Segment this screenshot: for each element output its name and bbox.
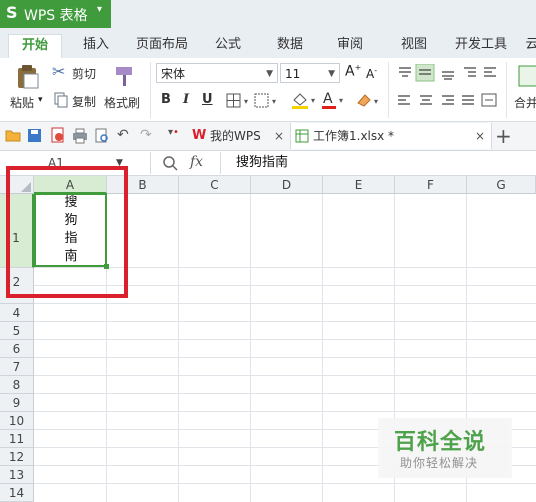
column-header-g[interactable]: G: [467, 176, 536, 194]
svg-text:A: A: [323, 91, 333, 107]
row-header-8[interactable]: 8: [0, 376, 34, 394]
horizontal-align-group[interactable]: [394, 93, 504, 109]
underline-icon[interactable]: U: [202, 92, 213, 107]
gridline: [34, 375, 536, 376]
print-preview-icon[interactable]: [94, 128, 110, 144]
tab-home[interactable]: 开始: [8, 34, 62, 59]
paste-button[interactable]: 粘贴 ▾: [10, 62, 46, 114]
app-menu-button[interactable]: S WPS 表格 ▾: [0, 0, 111, 28]
divider: [506, 62, 507, 118]
tab-cloud[interactable]: 云: [522, 34, 536, 58]
font-color-icon[interactable]: A ▾: [320, 90, 348, 110]
highlight-annotation-box: [6, 166, 128, 298]
row-header-6[interactable]: 6: [0, 340, 34, 358]
tab-formulas[interactable]: 公式: [208, 34, 248, 58]
chevron-down-icon: ▾: [97, 4, 103, 15]
gridline: [34, 393, 536, 394]
row-header-14[interactable]: 14: [0, 484, 34, 502]
gridline: [34, 357, 536, 358]
row-header-7[interactable]: 7: [0, 358, 34, 376]
row-header-10[interactable]: 10: [0, 412, 34, 430]
gridline: [34, 483, 536, 484]
gridline: [34, 411, 536, 412]
formula-input[interactable]: 搜狗指南: [236, 153, 526, 173]
borders-icon[interactable]: ▾: [226, 93, 252, 109]
svg-text:▾: ▾: [244, 97, 248, 106]
print-icon[interactable]: [72, 128, 88, 144]
tab-page-layout[interactable]: 页面布局: [132, 34, 192, 58]
divider: [150, 152, 151, 174]
spreadsheet-icon: [295, 129, 309, 143]
zoom-icon[interactable]: [162, 155, 178, 171]
gridline: [34, 321, 536, 322]
gridline: [322, 194, 323, 502]
divider: [220, 152, 221, 174]
font-name-select[interactable]: 宋体 ▼: [156, 63, 278, 83]
copy-icon: [54, 92, 68, 108]
cell-style-icon[interactable]: ▾: [254, 93, 280, 109]
row-header-4[interactable]: 4: [0, 304, 34, 322]
row-header-11[interactable]: 11: [0, 430, 34, 448]
copy-button[interactable]: 复制: [52, 92, 100, 110]
row-header-13[interactable]: 13: [0, 466, 34, 484]
svg-text:▾: ▾: [339, 96, 343, 105]
fill-color-icon[interactable]: ▾: [290, 90, 320, 110]
decrease-font-size-icon[interactable]: A-: [366, 66, 377, 81]
clear-format-icon[interactable]: ▾: [355, 91, 383, 109]
cut-button[interactable]: ✂ 剪切: [52, 62, 100, 82]
font-size-select[interactable]: 11 ▼: [280, 63, 340, 83]
tab-review[interactable]: 审阅: [330, 34, 370, 58]
column-header-f[interactable]: F: [395, 176, 467, 194]
row-header-12[interactable]: 12: [0, 448, 34, 466]
gridline: [250, 194, 251, 502]
merge-cells-button[interactable]: 合并: [510, 62, 536, 114]
column-header-d[interactable]: D: [251, 176, 323, 194]
italic-icon[interactable]: I: [183, 92, 189, 107]
chevron-down-icon: ▼: [328, 69, 335, 79]
tab-view[interactable]: 视图: [394, 34, 434, 58]
save-icon[interactable]: [27, 128, 43, 144]
close-icon[interactable]: ×: [475, 123, 485, 149]
tab-my-wps[interactable]: W 我的WPS ×: [188, 123, 288, 149]
clipboard-icon: [18, 65, 39, 89]
tab-data[interactable]: 数据: [270, 34, 310, 58]
vertical-align-group[interactable]: [394, 64, 504, 82]
merge-icon: [518, 65, 536, 87]
column-header-e[interactable]: E: [323, 176, 395, 194]
redo-icon[interactable]: ↷: [140, 127, 152, 143]
divider: [388, 62, 389, 118]
chevron-down-icon: ▼: [266, 69, 273, 79]
brush-icon: [116, 67, 132, 86]
tab-developer[interactable]: 开发工具: [452, 34, 510, 58]
row-header-5[interactable]: 5: [0, 322, 34, 340]
tab-workbook[interactable]: 工作簿1.xlsx * ×: [290, 123, 492, 149]
export-pdf-icon[interactable]: [50, 127, 66, 143]
svg-text:▾: ▾: [272, 97, 276, 106]
gridline: [34, 303, 536, 304]
svg-text:▾: ▾: [311, 96, 315, 105]
app-name: WPS 表格: [24, 8, 88, 24]
tab-insert[interactable]: 插入: [76, 34, 116, 58]
svg-text:▾: ▾: [374, 97, 378, 106]
gridline: [34, 339, 536, 340]
gridline: [178, 194, 179, 502]
row-header-9[interactable]: 9: [0, 394, 34, 412]
customize-toolbar-icon[interactable]: ▾•: [168, 127, 179, 138]
open-folder-icon[interactable]: [5, 128, 21, 142]
undo-icon[interactable]: ↶: [117, 127, 129, 143]
increase-font-size-icon[interactable]: A+: [345, 63, 361, 80]
wps-logo-icon: W: [192, 128, 207, 143]
fx-icon[interactable]: fx: [190, 154, 203, 170]
divider: [150, 62, 151, 118]
close-icon[interactable]: ×: [274, 123, 284, 149]
scissors-icon: ✂: [52, 62, 66, 81]
new-tab-icon[interactable]: +: [495, 124, 512, 148]
wps-logo-icon: S: [6, 3, 18, 22]
format-painter-button[interactable]: 格式刷: [104, 62, 144, 114]
column-header-c[interactable]: C: [179, 176, 251, 194]
bold-icon[interactable]: B: [161, 92, 171, 107]
chevron-down-icon: ▾: [38, 95, 43, 105]
watermark: 百科全说 助你轻松解决: [378, 418, 512, 478]
